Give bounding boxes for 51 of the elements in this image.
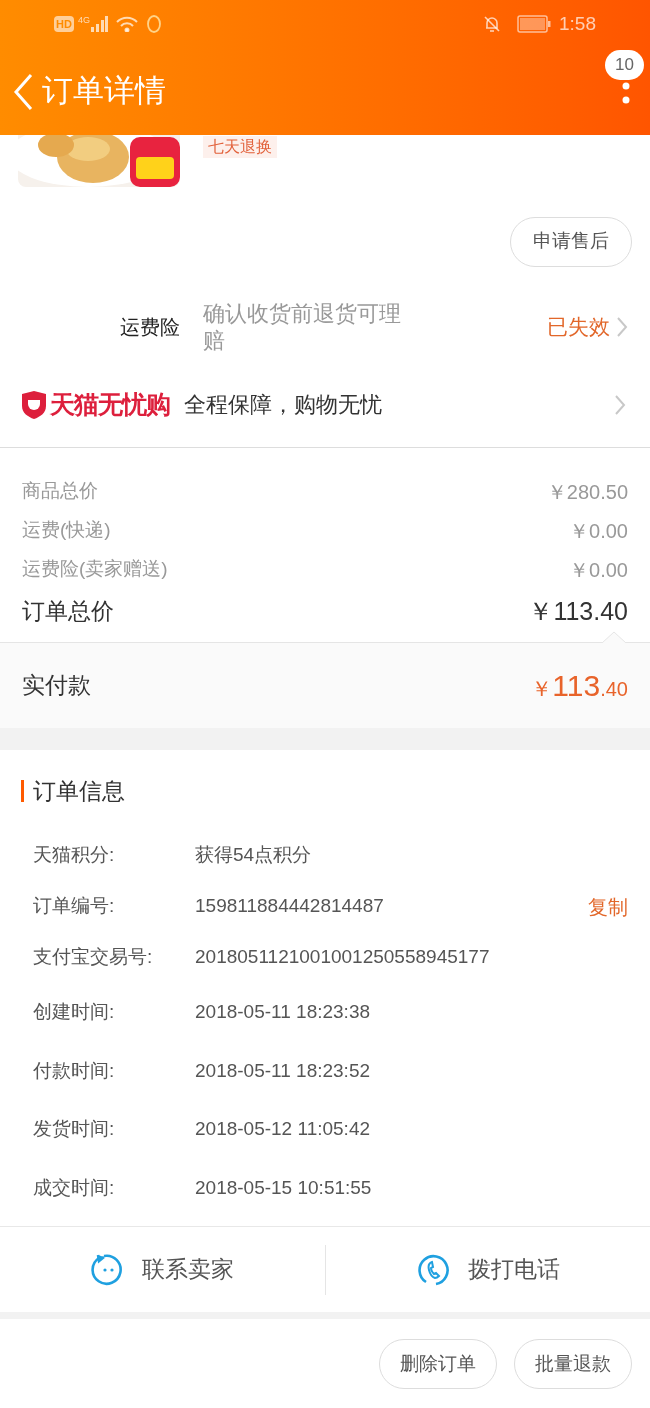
paid-amount: ￥113.40 (531, 668, 628, 704)
info-label: 创建时间: (33, 1000, 116, 1024)
chevron-right-icon (614, 393, 626, 416)
info-label: 天猫积分: (33, 843, 116, 868)
after-sale-button[interactable]: 申请售后 (510, 216, 632, 267)
order-action-button[interactable]: 删除订单 (379, 1339, 497, 1389)
info-value: 获得54点积分 (195, 843, 312, 868)
order-action-button[interactable]: 批量退款 (514, 1339, 632, 1389)
page-title: 订单详情 (42, 72, 166, 111)
info-value: 2018051121001001250558945177 (195, 945, 490, 970)
shield-icon (20, 389, 48, 420)
info-value: 2018-05-11 18:23:38 (195, 1000, 371, 1024)
info-label: 订单编号: (33, 894, 116, 919)
back-icon[interactable] (12, 71, 34, 112)
insurance-status: 已失效 (547, 314, 610, 341)
info-label: 发货时间: (33, 1117, 116, 1141)
price-value: ￥113.40 (528, 595, 628, 627)
clock-time: 1:58 (559, 11, 596, 36)
price-value: ￥0.00 (569, 557, 628, 583)
insurance-label: 运费险 (119, 315, 180, 340)
info-value: 2018-05-11 18:23:52 (195, 1058, 371, 1083)
bell-off-icon (483, 15, 501, 33)
insurance-description: 确认收货前退货可理赔 (203, 300, 402, 354)
insurance-row[interactable]: 运费险 确认收货前退货可理赔 已失效 (0, 292, 650, 362)
price-label: 运费险(卖家赠送) (22, 557, 168, 582)
tmall-brand-name: 天猫无忧购 (50, 388, 170, 420)
price-label: 运费(快递) (22, 518, 111, 543)
price-value: ￥0.00 (569, 518, 628, 544)
info-label: 成交时间: (33, 1175, 116, 1200)
battery-icon (517, 15, 551, 33)
price-value: ￥280.50 (546, 479, 628, 505)
chevron-right-icon (616, 316, 628, 338)
hd-indicator: HD (54, 16, 74, 32)
section-title: 订单信息 (33, 776, 125, 806)
contact-button[interactable]: 拨打电话 (325, 1251, 650, 1288)
guarantee-text: 全程保障，购物无忧 (184, 391, 382, 419)
network-type: 4G (77, 14, 90, 27)
price-label: 订单总价 (22, 597, 114, 627)
info-label: 付款时间: (33, 1058, 116, 1083)
info-label: 支付宝交易号: (33, 945, 154, 970)
paid-label: 实付款 (22, 671, 91, 701)
more-icon[interactable] (622, 81, 630, 106)
signal-icon (89, 16, 108, 32)
return-policy-tag: 七天退换 (203, 136, 277, 158)
info-value: 2018-05-15 10:51:55 (195, 1175, 372, 1200)
info-value: 159811884442814487 (195, 894, 384, 919)
price-label: 商品总价 (22, 479, 98, 504)
wifi-icon (115, 16, 138, 32)
contact-button[interactable]: 联系卖家 (0, 1251, 325, 1288)
notification-badge: 10 (605, 49, 644, 80)
info-value: 2018-05-12 11:05:42 (195, 1117, 371, 1141)
